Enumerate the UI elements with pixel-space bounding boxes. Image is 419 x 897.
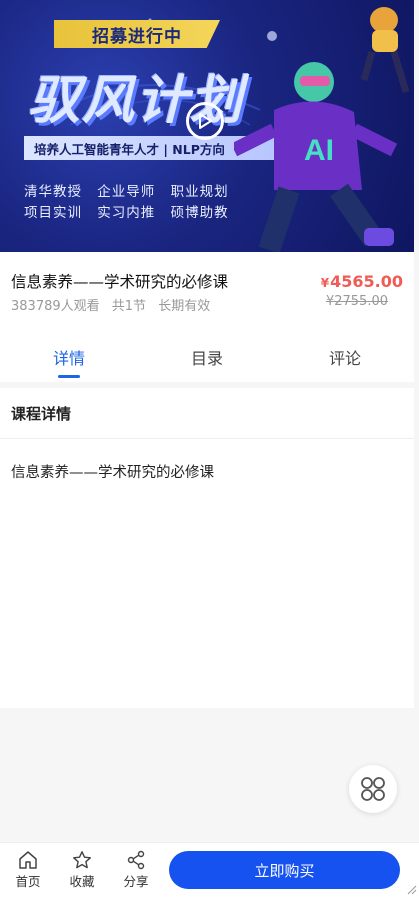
lesson-count: 共1节 (111, 299, 147, 314)
home-button[interactable]: 首页 (8, 849, 48, 890)
validity: 长期有效 (158, 299, 211, 314)
course-meta: 383789人观看 共1节 长期有效 (11, 295, 218, 314)
current-price: ¥4565.00 (321, 272, 403, 291)
details-section: 课程详情 信息素养——学术研究的必修课 (0, 388, 414, 708)
feature-item: 企业导师 (97, 184, 156, 200)
tab-comments[interactable]: 评论 (276, 344, 414, 382)
course-title: 信息素养——学术研究的必修课 (11, 273, 229, 291)
grid-icon (361, 777, 385, 801)
home-label: 首页 (15, 874, 41, 889)
course-info: 信息素养——学术研究的必修课 383789人观看 共1节 长期有效 ¥4565.… (0, 252, 414, 382)
feature-item: 硕博助教 (170, 205, 229, 221)
share-icon (127, 850, 145, 870)
buy-now-button[interactable]: 立即购买 (169, 851, 400, 889)
price-value: 4565.00 (330, 272, 403, 291)
tab-catalog[interactable]: 目录 (138, 344, 276, 382)
share-button[interactable]: 分享 (116, 849, 156, 890)
home-icon (19, 851, 37, 869)
resize-grip-icon (407, 885, 417, 895)
banner-features: 清华教授 企业导师 职业规划 项目实训 实习内推 硕博助教 (24, 182, 239, 224)
view-count: 383789人观看 (11, 299, 100, 314)
course-banner[interactable]: 招募进行中 驭风计划 培养人工智能青年人才 | NLP方向 清华教授 企业导师 … (0, 0, 414, 252)
play-button[interactable] (186, 102, 224, 140)
feature-item: 实习内推 (97, 205, 156, 221)
bottom-action-bar: 首页 收藏 分享 立即购买 (0, 842, 419, 897)
tab-details[interactable]: 详情 (0, 344, 138, 382)
svg-text:AI: AI (304, 134, 334, 167)
currency-symbol: ¥ (320, 276, 330, 290)
feature-item: 职业规划 (170, 184, 229, 200)
star-icon (73, 851, 91, 869)
banner-illustration: AI (234, 7, 410, 252)
floating-menu-button[interactable] (349, 765, 397, 813)
feature-item: 项目实训 (24, 205, 82, 221)
feature-item: 清华教授 (24, 184, 82, 200)
favorite-label: 收藏 (69, 874, 95, 889)
tab-bar: 详情 目录 评论 (0, 344, 414, 382)
details-body: 信息素养——学术研究的必修课 (11, 465, 214, 481)
play-icon (199, 113, 212, 129)
favorite-button[interactable]: 收藏 (62, 849, 102, 890)
recruit-badge: 招募进行中 (54, 20, 220, 48)
share-label: 分享 (123, 874, 149, 889)
details-heading: 课程详情 (0, 388, 414, 439)
original-price: ¥2755.00 (325, 294, 388, 309)
